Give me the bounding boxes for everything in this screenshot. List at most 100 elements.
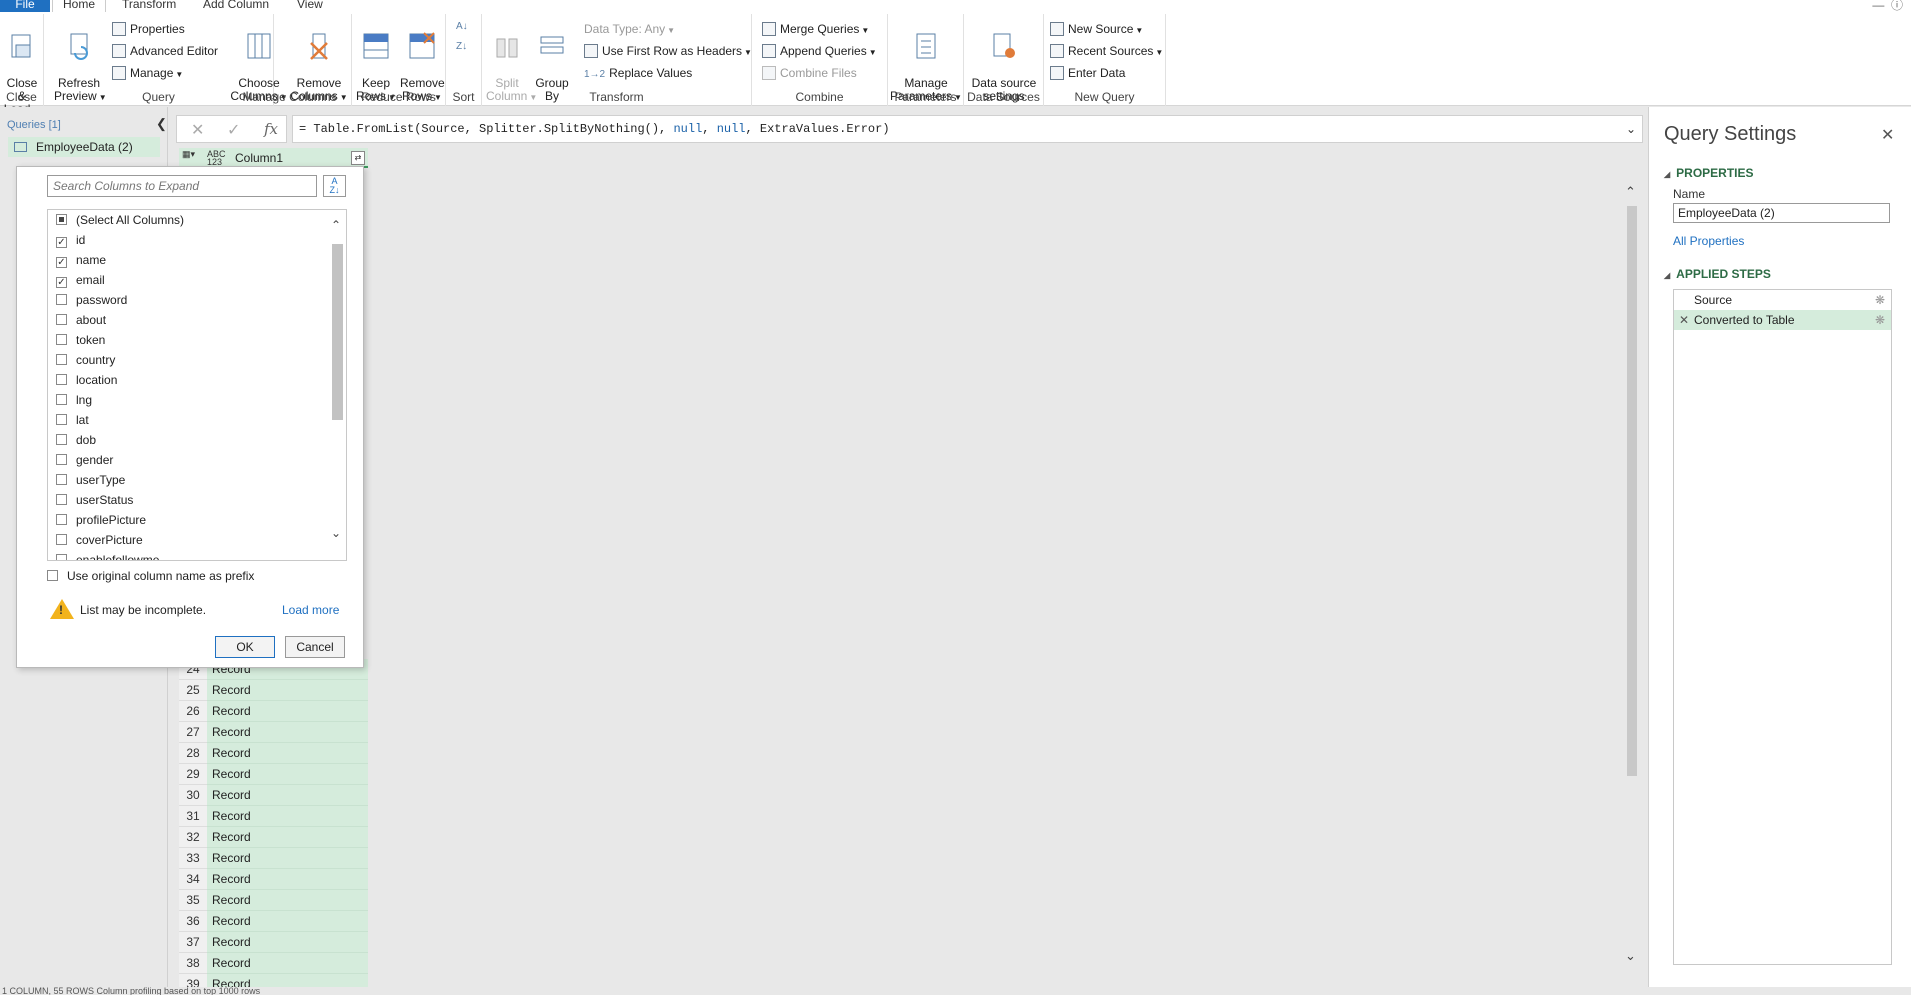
checkbox[interactable]: ✓ [56,257,67,268]
table-row[interactable]: 31 Record [179,806,368,827]
checkbox[interactable] [56,214,67,225]
tab-home[interactable]: Home [52,0,107,12]
scroll-down-icon[interactable]: ⌄ [1625,948,1636,964]
table-row[interactable]: 30 Record [179,785,368,806]
combine-files-button[interactable]: Combine Files [762,64,857,82]
checkbox[interactable] [56,474,67,485]
window-controls[interactable]: — ⓘ [1872,0,1903,13]
checkbox[interactable] [56,334,67,345]
tab-transform[interactable]: Transform [112,0,186,12]
gear-icon[interactable]: ❋ [1875,310,1885,330]
query-item-employeedata[interactable]: EmployeeData (2) [8,137,160,157]
column-option[interactable]: lat [56,410,89,430]
checkbox[interactable] [56,434,67,445]
expand-formula-icon[interactable]: ⌄ [1626,116,1636,142]
column-option[interactable]: (Select All Columns) [56,210,184,230]
checkbox[interactable] [56,554,67,560]
cancel-formula-icon[interactable]: ✕ [191,120,204,140]
column-option[interactable]: dob [56,430,96,450]
scroll-up-icon[interactable]: ⌃ [331,218,341,232]
recent-sources-button[interactable]: Recent Sources ▼ [1050,42,1163,60]
tab-add-column[interactable]: Add Column [193,0,279,12]
table-row[interactable]: 27 Record [179,722,368,743]
checkbox[interactable]: ✓ [56,237,67,248]
scroll-up-icon[interactable]: ⌃ [1625,184,1636,200]
step-source[interactable]: Source ❋ [1674,290,1891,310]
column-option[interactable]: profilePicture [56,510,146,530]
checkbox[interactable] [56,494,67,505]
merge-queries-button[interactable]: Merge Queries ▼ [762,20,869,38]
scrollbar-thumb[interactable] [332,244,343,420]
column-option[interactable]: ✓ id [56,230,85,250]
expand-column-icon[interactable]: ⇄ [351,151,365,165]
checkbox[interactable] [47,570,58,581]
table-row[interactable]: 37 Record [179,932,368,953]
table-row[interactable]: 34 Record [179,869,368,890]
sort-ascending-icon[interactable]: A↓ [456,18,468,36]
column-option[interactable]: enablefollowme [56,550,159,560]
checkbox[interactable] [56,414,67,425]
formula-input[interactable]: = Table.FromList(Source, Splitter.SplitB… [292,115,1643,143]
commit-formula-icon[interactable]: ✓ [227,120,240,140]
replace-values-button[interactable]: 1→2 Replace Values [584,64,692,82]
column-option[interactable]: coverPicture [56,530,143,550]
tab-view[interactable]: View [287,0,333,12]
column-option[interactable]: token [56,330,105,350]
delete-step-icon[interactable]: ✕ [1679,310,1689,330]
load-more-link[interactable]: Load more [282,603,339,617]
table-row[interactable]: 36 Record [179,911,368,932]
grid-scrollbar[interactable]: ⌃ ⌄ [1623,178,1641,964]
column-header-column1[interactable]: ▦▾ ABC 123 Column1 ⇄ [179,148,368,168]
checkbox[interactable] [56,514,67,525]
enter-data-button[interactable]: Enter Data [1050,64,1125,82]
applied-steps-header[interactable]: APPLIED STEPS [1664,267,1771,281]
cancel-button[interactable]: Cancel [285,636,345,658]
new-source-button[interactable]: New Source ▼ [1050,20,1143,38]
column-option[interactable]: password [56,290,127,310]
close-icon[interactable]: ✕ [1881,125,1894,145]
sort-columns-button[interactable]: A Z↓ [323,175,346,197]
checkbox[interactable] [56,354,67,365]
column-option[interactable]: userStatus [56,490,133,510]
checkbox[interactable]: ✓ [56,277,67,288]
scrollbar-thumb[interactable] [1627,206,1637,776]
tab-file[interactable]: File [0,0,50,12]
checkbox[interactable] [56,294,67,305]
collapse-pane-icon[interactable]: ❮ [156,116,167,132]
data-type-dropdown[interactable]: Data Type: Any ▼ [584,20,675,38]
checkbox[interactable] [56,534,67,545]
ok-button[interactable]: OK [215,636,275,658]
step-converted-to-table[interactable]: ✕ Converted to Table ❋ [1674,310,1891,330]
table-row[interactable]: 28 Record [179,743,368,764]
checkbox[interactable] [56,454,67,465]
properties-header[interactable]: PROPERTIES [1664,166,1753,180]
column-option[interactable]: ✓ name [56,250,106,270]
all-properties-link[interactable]: All Properties [1673,234,1744,248]
table-row[interactable]: 33 Record [179,848,368,869]
search-columns-input[interactable]: Search Columns to Expand [47,175,317,197]
advanced-editor-button[interactable]: Advanced Editor [112,42,218,60]
checkbox[interactable] [56,374,67,385]
table-row[interactable]: 39 Record [179,974,368,987]
column-option[interactable]: about [56,310,106,330]
column-option[interactable]: location [56,370,117,390]
list-scrollbar[interactable]: ⌃ ⌄ [328,210,346,560]
properties-button[interactable]: Properties [112,20,185,38]
column-option[interactable]: ✓ email [56,270,105,290]
sort-descending-icon[interactable]: Z↓ [456,38,467,56]
checkbox[interactable] [56,314,67,325]
scroll-down-icon[interactable]: ⌄ [331,526,341,540]
column-option[interactable]: lng [56,390,92,410]
table-row[interactable]: 26 Record [179,701,368,722]
fx-icon[interactable]: fx [264,120,278,138]
column-option[interactable]: gender [56,450,113,470]
query-name-field[interactable]: EmployeeData (2) [1673,203,1890,223]
table-row[interactable]: 32 Record [179,827,368,848]
gear-icon[interactable]: ❋ [1875,290,1885,310]
table-row[interactable]: 25 Record [179,680,368,701]
table-row[interactable]: 38 Record [179,953,368,974]
manage-button[interactable]: Manage ▼ [112,64,183,82]
use-prefix-option[interactable]: Use original column name as prefix [47,569,254,583]
column-option[interactable]: userType [56,470,125,490]
type-any-icon[interactable]: ABC 123 [207,150,226,167]
